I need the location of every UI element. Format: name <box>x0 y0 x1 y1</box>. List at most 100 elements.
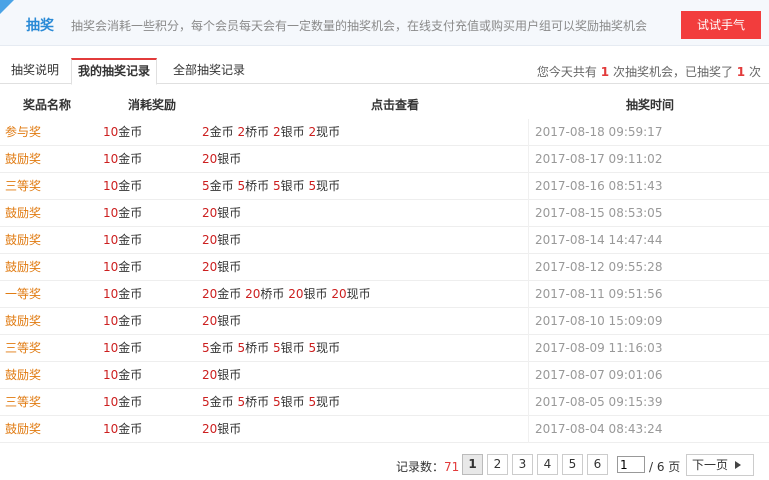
cost-unit: 金币 <box>118 260 143 274</box>
reward-amount: 5 <box>272 341 281 355</box>
reward-amount: 5 <box>308 341 317 355</box>
column-divider <box>528 335 529 362</box>
cost-cell: 10金币 <box>103 119 142 146</box>
chance-info: 您今天共有 1 次抽奖机会，已抽奖了 1 次 <box>537 63 761 80</box>
prize-name[interactable]: 一等奖 <box>5 281 41 308</box>
next-page-label: 下一页 <box>692 458 729 472</box>
reward-cell: 20银币 <box>202 308 241 335</box>
prize-name[interactable]: 鼓励奖 <box>5 146 41 173</box>
reward-unit: 金币 <box>209 395 234 409</box>
record-count-label: 记录数： <box>396 460 445 474</box>
prize-name[interactable]: 鼓励奖 <box>5 200 41 227</box>
column-divider <box>528 308 529 335</box>
prize-name[interactable]: 参与奖 <box>5 119 41 146</box>
banner-title: 抽奖 <box>26 18 54 34</box>
tab-lottery-rules[interactable]: 抽奖说明 <box>5 58 65 84</box>
reward-amount: 5 <box>272 179 281 193</box>
cost-amount: 10 <box>103 125 119 139</box>
prize-name[interactable]: 鼓励奖 <box>5 227 41 254</box>
reward-amount: 20 <box>202 233 218 247</box>
draw-time: 2017-08-18 09:59:17 <box>535 125 663 139</box>
cost-amount: 10 <box>103 206 119 220</box>
reward-amount: 20 <box>331 287 347 301</box>
cost-amount: 10 <box>103 395 119 409</box>
try-luck-button[interactable]: 试试手气 <box>681 11 761 39</box>
page-button-3[interactable]: 3 <box>512 454 533 475</box>
cost-cell: 10金币 <box>103 335 142 362</box>
cost-cell: 10金币 <box>103 200 142 227</box>
prize-name[interactable]: 三等奖 <box>5 335 41 362</box>
column-divider <box>528 254 529 281</box>
reward-unit: 银币 <box>280 179 305 193</box>
reward-cell: 20银币 <box>202 200 241 227</box>
column-cost: 消耗奖励 <box>127 98 176 112</box>
draw-time: 2017-08-14 14:47:44 <box>535 233 663 247</box>
tab-all-records[interactable]: 全部抽奖记录 <box>167 58 251 84</box>
corner-flag-icon <box>0 0 14 14</box>
table-row: 鼓励奖 10金币 20银币 2017-08-15 08:53:05 <box>0 200 769 227</box>
reward-unit: 现币 <box>316 341 341 355</box>
chance-used: 1 <box>736 65 746 79</box>
reward-unit: 银币 <box>217 368 242 382</box>
page-button-6[interactable]: 6 <box>587 454 608 475</box>
draw-time: 2017-08-12 09:55:28 <box>535 260 663 274</box>
cost-unit: 金币 <box>118 206 143 220</box>
reward-unit: 现币 <box>316 395 341 409</box>
reward-unit: 银币 <box>303 287 328 301</box>
column-divider <box>528 173 529 200</box>
reward-unit: 银币 <box>217 206 242 220</box>
cost-unit: 金币 <box>118 395 143 409</box>
cost-cell: 10金币 <box>103 173 142 200</box>
tab-my-records[interactable]: 我的抽奖记录 <box>71 58 158 85</box>
prize-name[interactable]: 三等奖 <box>5 173 41 200</box>
prize-name[interactable]: 三等奖 <box>5 389 41 416</box>
cost-cell: 10金币 <box>103 227 142 254</box>
draw-time: 2017-08-11 09:51:56 <box>535 287 663 301</box>
tab-bar: 抽奖说明 我的抽奖记录 全部抽奖记录 您今天共有 1 次抽奖机会，已抽奖了 1 … <box>0 58 769 85</box>
table-row: 三等奖 10金币 5金币 5桥币 5银币 5现币 2017-08-16 08:51:4… <box>0 173 769 200</box>
page-jump-input[interactable] <box>617 456 645 473</box>
column-divider <box>528 362 529 389</box>
reward-amount: 5 <box>202 395 210 409</box>
prize-name[interactable]: 鼓励奖 <box>5 308 41 335</box>
pagination: 记录数：71 1 2 3 4 5 6 / 6 页 下一页 <box>0 454 769 476</box>
reward-unit: 金币 <box>217 287 242 301</box>
reward-unit: 桥币 <box>245 395 270 409</box>
cost-unit: 金币 <box>118 152 143 166</box>
cost-cell: 10金币 <box>103 281 142 308</box>
page-button-1[interactable]: 1 <box>462 454 483 475</box>
prize-name[interactable]: 鼓励奖 <box>5 254 41 281</box>
draw-time: 2017-08-07 09:01:06 <box>535 368 663 382</box>
page-total: / 6 页 <box>649 460 681 474</box>
table-row: 鼓励奖 10金币 20银币 2017-08-07 09:01:06 <box>0 362 769 389</box>
reward-unit: 银币 <box>217 314 242 328</box>
reward-amount: 20 <box>202 368 218 382</box>
page-button-4[interactable]: 4 <box>537 454 558 475</box>
column-divider <box>528 281 529 308</box>
prize-name[interactable]: 鼓励奖 <box>5 362 41 389</box>
reward-amount: 20 <box>202 314 218 328</box>
page-button-5[interactable]: 5 <box>562 454 583 475</box>
cost-cell: 10金币 <box>103 254 142 281</box>
reward-amount: 20 <box>245 287 261 301</box>
reward-cell: 5金币 5桥币 5银币 5现币 <box>202 389 340 416</box>
chance-total: 1 <box>600 65 610 79</box>
table-row: 鼓励奖 10金币 20银币 2017-08-14 14:47:44 <box>0 227 769 254</box>
reward-amount: 5 <box>272 395 281 409</box>
draw-time: 2017-08-09 11:16:03 <box>535 341 663 355</box>
cost-amount: 10 <box>103 260 119 274</box>
reward-amount: 5 <box>237 395 246 409</box>
cost-unit: 金币 <box>118 368 143 382</box>
table-row: 鼓励奖 10金币 20银币 2017-08-10 15:09:09 <box>0 308 769 335</box>
cost-cell: 10金币 <box>103 416 142 443</box>
prize-name[interactable]: 鼓励奖 <box>5 416 41 443</box>
chance-prefix: 您今天共有 <box>536 65 597 79</box>
reward-amount: 5 <box>202 179 210 193</box>
record-count: 记录数：71 <box>396 458 459 475</box>
page-button-2[interactable]: 2 <box>487 454 508 475</box>
column-prize-name: 奖品名称 <box>22 98 71 112</box>
draw-time: 2017-08-10 15:09:09 <box>535 314 663 328</box>
cost-amount: 10 <box>103 368 119 382</box>
reward-unit: 银币 <box>217 152 242 166</box>
next-page-button[interactable]: 下一页 <box>686 454 754 476</box>
